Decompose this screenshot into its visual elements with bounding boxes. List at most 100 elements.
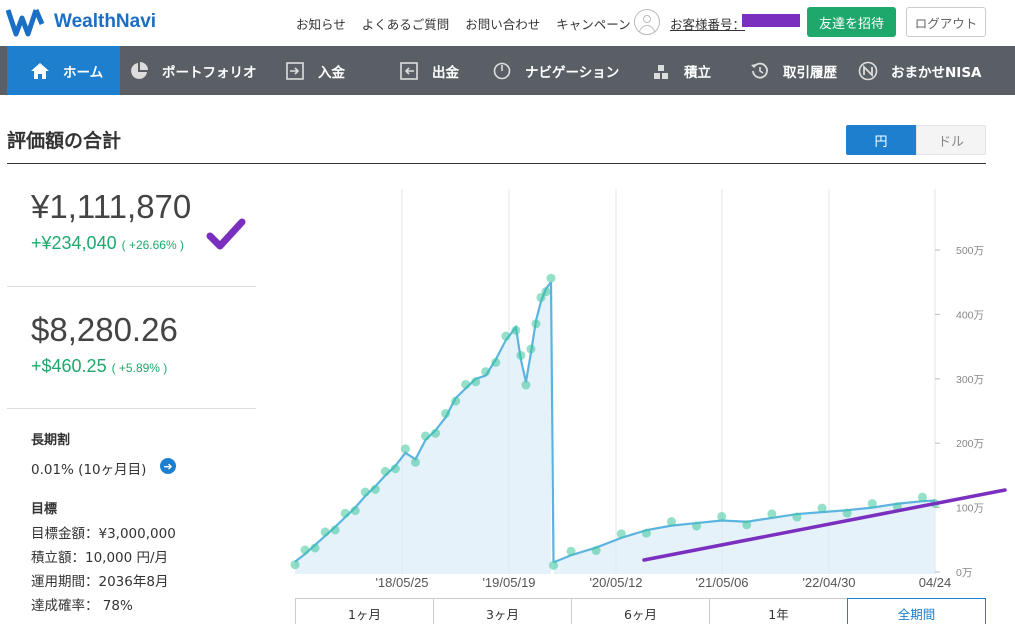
data-point — [471, 377, 481, 387]
gain-usd-value: +$460.25 — [31, 356, 107, 376]
goal-probability: 達成確率： 78% — [31, 598, 133, 614]
nav-label: ホーム — [63, 64, 104, 81]
data-point — [360, 487, 370, 497]
nav-item-deposit[interactable]: 入金 — [284, 46, 345, 95]
deposit-icon — [284, 60, 306, 82]
tab-all-time[interactable]: 全期間 — [847, 598, 986, 624]
gain-usd: +$460.25 ( +5.89% ) — [31, 356, 167, 377]
long-term-label: 長期割 — [31, 433, 71, 448]
data-point — [330, 525, 340, 535]
redaction-mark — [742, 14, 800, 27]
data-point — [410, 457, 420, 467]
series-area — [553, 500, 935, 574]
navigation-icon — [491, 60, 513, 82]
gain-jpy-pct: ( +26.66% ) — [121, 238, 184, 252]
nav-item-navigation[interactable]: ナビゲーション — [491, 46, 619, 95]
logo-text: WealthNavi — [54, 11, 157, 32]
goal-period: 運用期間：2036年8月 — [31, 574, 169, 590]
y-tick-label: 100万 — [956, 503, 984, 515]
x-tick-label: '22/04/30 — [802, 575, 855, 590]
data-point — [591, 546, 601, 556]
data-point — [549, 560, 559, 570]
data-point — [516, 350, 526, 360]
goal-target: 目標金額：¥3,000,000 — [31, 526, 176, 542]
header: WealthNavi お知らせ よくあるご質問 お問い合わせ キャンペーン お客… — [0, 0, 1015, 44]
logo[interactable]: WealthNavi — [6, 6, 156, 38]
total-amount-jpy: ¥1,111,870 — [31, 188, 192, 225]
data-point — [692, 521, 702, 531]
currency-yen-button[interactable]: 円 — [846, 125, 916, 155]
arrow-right-icon[interactable]: ➜ — [160, 458, 176, 474]
data-point — [526, 344, 536, 354]
data-point — [340, 508, 350, 518]
long-term-value: 0.01% (10ヶ月目) — [31, 462, 147, 478]
link-contact[interactable]: お問い合わせ — [465, 14, 540, 33]
x-tick-label: '18/05/25 — [375, 575, 428, 590]
data-point — [451, 396, 461, 406]
y-tick-label: 0万 — [956, 567, 972, 579]
nav-item-portfolio[interactable]: ポートフォリオ — [128, 46, 257, 95]
nav-label: 取引履歴 — [783, 64, 837, 81]
nav-label: 積立 — [684, 64, 711, 81]
data-point — [431, 428, 441, 438]
data-point — [917, 492, 927, 502]
data-point — [290, 560, 300, 570]
data-point — [390, 464, 400, 474]
link-news[interactable]: お知らせ — [296, 14, 346, 33]
valuation-chart[interactable]: 500万 400万 300万 200万 100万 0万 '18/05/25 '19/05/1… — [280, 184, 1015, 594]
y-tick-label: 400万 — [956, 309, 984, 321]
customer-number-link[interactable]: お客様番号： — [670, 14, 745, 33]
invite-friend-button[interactable]: 友達を招待 — [807, 7, 896, 37]
nav-item-nisa[interactable]: おまかせNISA — [857, 46, 982, 95]
y-tick-label: 200万 — [956, 438, 984, 450]
data-point — [767, 509, 777, 519]
logout-button[interactable]: ログアウト — [906, 7, 986, 37]
nav-item-history[interactable]: 取引履歴 — [749, 46, 837, 95]
currency-usd-button[interactable]: ドル — [916, 125, 986, 155]
x-tick-label: '21/05/06 — [695, 575, 748, 590]
data-point — [616, 529, 626, 539]
series-line — [549, 282, 555, 563]
y-axis-ticks: 500万 400万 300万 200万 100万 0万 — [956, 245, 984, 579]
withdraw-icon — [398, 60, 420, 82]
x-tick-label: '19/05/19 — [482, 575, 535, 590]
data-point — [867, 499, 877, 509]
user-avatar-icon[interactable] — [634, 9, 660, 35]
y-tick-label: 500万 — [956, 245, 984, 257]
chart-area — [295, 282, 935, 574]
divider — [7, 286, 256, 287]
data-point — [817, 503, 827, 513]
tab-1-year[interactable]: 1年 — [709, 598, 847, 624]
nav-label: 出金 — [432, 64, 459, 81]
main-nav: ホーム ポートフォリオ 入金 出金 ナビゲーション 積立 取引履歴 おまかせNI… — [0, 46, 1015, 95]
data-point — [461, 379, 471, 389]
data-point — [521, 380, 531, 390]
currency-toggle: 円 ドル — [846, 125, 986, 155]
nav-label: おまかせNISA — [891, 64, 982, 81]
data-point — [421, 431, 431, 441]
data-point — [501, 331, 511, 341]
nav-item-withdraw[interactable]: 出金 — [398, 46, 459, 95]
page-title: 評価額の合計 — [7, 130, 122, 152]
link-faq[interactable]: よくあるご質問 — [362, 14, 450, 33]
history-icon — [749, 60, 771, 82]
data-point — [541, 287, 551, 297]
goal-label: 目標 — [31, 502, 58, 517]
tab-6-months[interactable]: 6ヶ月 — [571, 598, 709, 624]
tab-3-months[interactable]: 3ヶ月 — [433, 598, 571, 624]
data-point — [380, 466, 390, 476]
nisa-icon — [857, 60, 879, 82]
x-axis-ticks: '18/05/25 '19/05/19 '20/05/12 '21/05/06 '22/… — [375, 575, 951, 590]
data-point — [666, 517, 676, 527]
divider — [7, 408, 256, 409]
tab-1-month[interactable]: 1ヶ月 — [295, 598, 433, 624]
nav-item-accumulate[interactable]: 積立 — [650, 46, 711, 95]
goal-monthly: 積立額：10,000 円/月 — [31, 550, 169, 566]
data-point — [400, 444, 410, 454]
checkmark-annotation-icon — [206, 218, 246, 250]
pie-chart-icon — [128, 60, 150, 82]
link-campaign[interactable]: キャンペーン — [556, 14, 630, 33]
nav-item-home[interactable]: ホーム — [7, 46, 120, 95]
data-point — [481, 367, 491, 377]
y-tick-label: 300万 — [956, 374, 984, 386]
